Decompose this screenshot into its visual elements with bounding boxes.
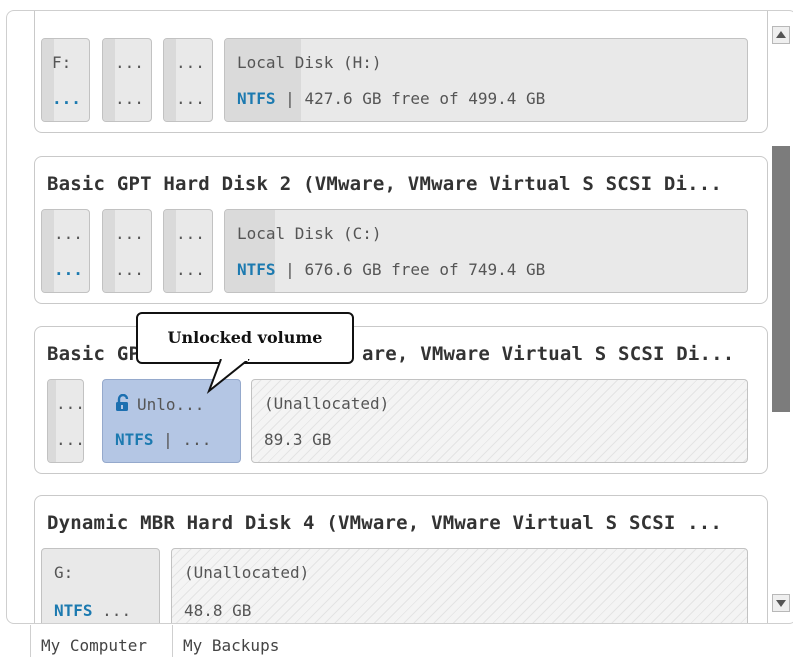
- partition-name-row: Unlo...: [115, 393, 205, 414]
- partition-label: ...: [115, 224, 144, 243]
- tooltip-callout: Unlocked volume: [136, 312, 354, 364]
- partition-label: ...: [54, 224, 83, 243]
- partition-local-disk-c[interactable]: Local Disk (C:) NTFS | 676.6 GB free of …: [224, 209, 748, 293]
- partition-label: ...: [56, 394, 84, 413]
- vertical-scrollbar[interactable]: [766, 10, 793, 622]
- partition-name: Local Disk (H:): [237, 53, 382, 72]
- partition-item[interactable]: ... ...: [163, 209, 213, 293]
- scrollbar-thumb[interactable]: [772, 146, 790, 412]
- partition-label: ...: [115, 260, 144, 279]
- partition-label: ...: [176, 53, 205, 72]
- partition-item[interactable]: ... ...: [102, 209, 152, 293]
- partition-unallocated[interactable]: (Unallocated) 48.8 GB: [171, 548, 748, 623]
- tab-my-computer[interactable]: My Computer: [30, 625, 173, 657]
- disk-card-2: Basic GPT Hard Disk 2 (VMware, VMware Vi…: [34, 156, 768, 304]
- disk-list-panel: F: ... ... ... ... ... Local Disk (H:) N…: [6, 10, 793, 624]
- partition-size: 89.3 GB: [264, 430, 332, 449]
- unlocked-padlock-icon: [116, 393, 129, 411]
- partition-name: Unlo...: [137, 395, 205, 414]
- scroll-up-button[interactable]: [772, 26, 790, 44]
- partition-info: NTFS | ...: [115, 430, 212, 449]
- tab-label: My Backups: [183, 636, 280, 655]
- disk-title-start: Basic GP: [47, 343, 141, 365]
- disk-title: Basic GPT Hard Disk 2 (VMware, VMware Vi…: [47, 173, 723, 195]
- partition-label: ...: [176, 260, 205, 279]
- disk-title: Dynamic MBR Hard Disk 4 (VMware, VMware …: [47, 512, 723, 534]
- partition-item[interactable]: ... ...: [163, 38, 213, 122]
- partition-size: 48.8 GB: [184, 601, 252, 620]
- partition-label: ...: [115, 53, 144, 72]
- disk-title-end: are, VMware Virtual S SCSI Di...: [362, 343, 735, 365]
- tab-my-backups[interactable]: My Backups: [173, 625, 313, 657]
- partition-local-disk-h[interactable]: Local Disk (H:) NTFS | 427.6 GB free of …: [224, 38, 748, 122]
- partition-label: F:: [52, 53, 72, 72]
- tooltip-pointer: [206, 359, 250, 395]
- partition-info: NTFS | 676.6 GB free of 749.4 GB: [237, 260, 546, 279]
- partition-label: ...: [176, 89, 205, 108]
- partition-name: (Unallocated): [264, 394, 390, 413]
- partition-label: ...: [56, 430, 84, 449]
- partition-info: NTFS ...: [54, 601, 132, 620]
- partition-unallocated[interactable]: (Unallocated) 89.3 GB: [251, 379, 748, 463]
- disk-card-1: F: ... ... ... ... ... Local Disk (H:) N…: [34, 11, 768, 133]
- partition-name: Local Disk (C:): [237, 224, 382, 243]
- partition-name: (Unallocated): [184, 563, 310, 582]
- partition-item[interactable]: ... ...: [102, 38, 152, 122]
- partition-label: ...: [176, 224, 205, 243]
- tab-label: My Computer: [41, 636, 147, 655]
- arrow-up-icon: [776, 31, 786, 38]
- partition-label: ...: [115, 89, 144, 108]
- tooltip-text: Unlocked volume: [167, 328, 323, 347]
- partition-info: NTFS | 427.6 GB free of 499.4 GB: [237, 89, 546, 108]
- scroll-down-button[interactable]: [772, 594, 790, 612]
- partition-item[interactable]: ... ...: [41, 209, 90, 293]
- disk-card-4: Dynamic MBR Hard Disk 4 (VMware, VMware …: [34, 495, 768, 623]
- partition-g[interactable]: G: NTFS ...: [41, 548, 160, 623]
- partition-f[interactable]: F: ...: [41, 38, 90, 122]
- partition-label: G:: [54, 563, 74, 582]
- partition-fs: ...: [52, 89, 81, 108]
- arrow-down-icon: [776, 600, 786, 607]
- partition-item[interactable]: ... ...: [47, 379, 84, 463]
- partition-label: ...: [54, 260, 83, 279]
